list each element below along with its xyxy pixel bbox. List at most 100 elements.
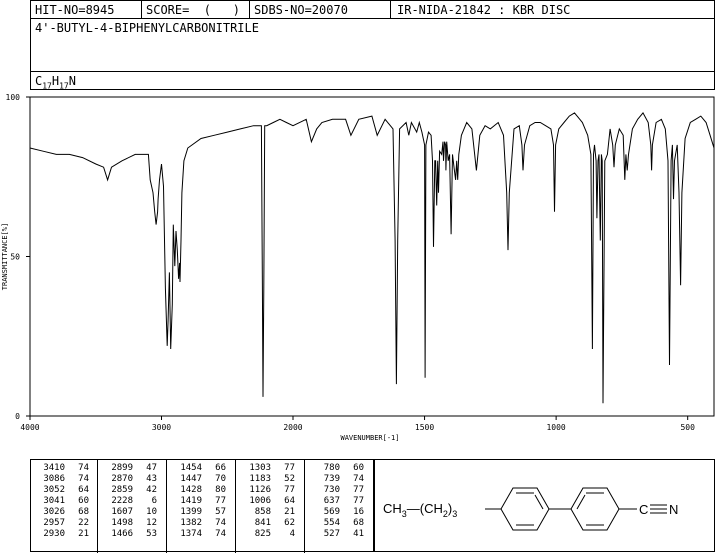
peak-row: 1419 77 xyxy=(172,496,226,507)
peak-wavenumber: 1399 xyxy=(180,507,202,517)
peak-wavenumber: 1183 xyxy=(249,474,271,484)
peak-wavenumber: 2228 xyxy=(111,496,133,506)
hit-no: HIT-NO=8945 xyxy=(35,3,115,17)
nitrile-c: C xyxy=(639,502,648,517)
peak-row: 1428 80 xyxy=(172,485,226,496)
peak-wavenumber: 1374 xyxy=(180,529,202,539)
peak-wavenumber: 1419 xyxy=(180,496,202,506)
header-sep-1 xyxy=(141,1,142,18)
peak-row: 3086 74 xyxy=(35,474,89,485)
y-axis-label: TRANSMITTANCE[%] xyxy=(1,223,9,290)
peak-row: 730 77 xyxy=(310,485,364,496)
peak-wavenumber: 1454 xyxy=(180,463,202,473)
x-tick-label-1500: 1500 xyxy=(415,423,434,432)
peak-row: 569 16 xyxy=(310,507,364,518)
peak-transmittance: 77 xyxy=(353,496,364,506)
peak-transmittance: 52 xyxy=(284,474,295,484)
peak-row: 2870 43 xyxy=(103,474,157,485)
peak-transmittance: 57 xyxy=(215,507,226,517)
peak-wavenumber: 780 xyxy=(323,463,340,473)
peak-column-divider xyxy=(97,460,98,553)
peak-wavenumber: 841 xyxy=(254,518,271,528)
phenyl-ring-1 xyxy=(500,487,550,531)
peak-row: 3052 64 xyxy=(35,485,89,496)
peak-transmittance: 62 xyxy=(284,518,295,528)
peak-row: 1382 74 xyxy=(172,518,226,529)
name-divider xyxy=(31,71,714,72)
ch3-label: CH3—(CH2)3 xyxy=(383,501,457,519)
y-tick-label-0: 0 xyxy=(15,412,20,421)
x-tick-label-2000: 2000 xyxy=(283,423,302,432)
peak-row: 1607 10 xyxy=(103,507,157,518)
peak-row: 3041 60 xyxy=(35,496,89,507)
peak-column: 3410 74 3086 74 3052 64 3041 60 3026 68 2957 22 2930… xyxy=(35,463,89,540)
peak-transmittance: 64 xyxy=(78,485,89,495)
structure-box: CH3—(CH2)3 C N xyxy=(374,459,715,552)
peak-transmittance: 10 xyxy=(146,507,157,517)
x-axis-label: WAVENUMBER[-1] xyxy=(340,434,399,442)
peak-row: 2859 42 xyxy=(103,485,157,496)
peak-row: 2930 21 xyxy=(35,529,89,540)
peak-column: 2899 47 2870 43 2859 42 2228 6 1607 10 1498 12 1466 5… xyxy=(103,463,157,540)
triple-bond xyxy=(650,504,667,514)
header-divider xyxy=(31,18,714,19)
peak-row: 1399 57 xyxy=(172,507,226,518)
peak-column-divider xyxy=(235,460,236,553)
peak-transmittance: 43 xyxy=(146,474,157,484)
peak-row: 637 77 xyxy=(310,496,364,507)
peak-transmittance: 42 xyxy=(146,485,157,495)
peak-row: 739 74 xyxy=(310,474,364,485)
peak-row: 2957 22 xyxy=(35,518,89,529)
peak-wavenumber: 1447 xyxy=(180,474,202,484)
peak-transmittance: 77 xyxy=(353,485,364,495)
peak-transmittance: 12 xyxy=(146,518,157,528)
peak-wavenumber: 637 xyxy=(323,496,340,506)
x-tick-label-500: 500 xyxy=(680,423,695,432)
peak-table: 3410 74 3086 74 3052 64 3041 60 3026 68 2957 22 2930… xyxy=(30,459,374,553)
peak-wavenumber: 1498 xyxy=(111,518,133,528)
peak-transmittance: 77 xyxy=(215,496,226,506)
peak-column: 1454 66 1447 70 1428 80 1419 77 1399 57 1382 74 1374… xyxy=(172,463,226,540)
peak-wavenumber: 1428 xyxy=(180,485,202,495)
peak-transmittance: 68 xyxy=(78,507,89,517)
score: SCORE= ( ) xyxy=(146,3,240,17)
sdbs-no: SDBS-NO=20070 xyxy=(254,3,348,17)
peak-wavenumber: 730 xyxy=(323,485,340,495)
peak-transmittance: 68 xyxy=(353,518,364,528)
phenyl-ring-2 xyxy=(570,487,620,531)
header-box: HIT-NO=8945 SCORE= ( ) SDBS-NO=20070 IR-… xyxy=(30,0,715,90)
peak-transmittance: 47 xyxy=(146,463,157,473)
peak-row: 1498 12 xyxy=(103,518,157,529)
peak-column: 780 60 739 74 730 77 637 77 569 16 554 68 527 41 xyxy=(310,463,364,540)
x-tick-label-3000: 3000 xyxy=(152,423,171,432)
peak-transmittance: 4 xyxy=(289,529,295,539)
peak-transmittance: 66 xyxy=(215,463,226,473)
peak-row: 841 62 xyxy=(241,518,295,529)
peak-wavenumber: 3026 xyxy=(43,507,65,517)
peak-column: 1303 77 1183 52 1126 77 1006 64 858 21 841 62 825 4 xyxy=(241,463,295,540)
peak-wavenumber: 2870 xyxy=(111,474,133,484)
peak-wavenumber: 2899 xyxy=(111,463,133,473)
peak-row: 1183 52 xyxy=(241,474,295,485)
peak-row: 825 4 xyxy=(241,529,295,540)
peak-wavenumber: 1607 xyxy=(111,507,133,517)
peak-row: 2228 6 xyxy=(103,496,157,507)
peak-row: 858 21 xyxy=(241,507,295,518)
peak-transmittance: 74 xyxy=(78,474,89,484)
peak-row: 1447 70 xyxy=(172,474,226,485)
peak-wavenumber: 825 xyxy=(254,529,271,539)
peak-transmittance: 6 xyxy=(151,496,157,506)
peak-row: 554 68 xyxy=(310,518,364,529)
x-tick-label-1000: 1000 xyxy=(546,423,565,432)
peak-transmittance: 74 xyxy=(353,474,364,484)
peak-wavenumber: 858 xyxy=(254,507,271,517)
peak-transmittance: 53 xyxy=(146,529,157,539)
x-tick-label-4000: 4000 xyxy=(20,423,39,432)
peak-wavenumber: 3410 xyxy=(43,463,65,473)
peak-transmittance: 64 xyxy=(284,496,295,506)
molecule-structure: CH3—(CH2)3 C N xyxy=(383,487,678,531)
peak-transmittance: 60 xyxy=(78,496,89,506)
peak-transmittance: 41 xyxy=(353,529,364,539)
plot-frame xyxy=(29,96,715,417)
peak-row: 1303 77 xyxy=(241,463,295,474)
